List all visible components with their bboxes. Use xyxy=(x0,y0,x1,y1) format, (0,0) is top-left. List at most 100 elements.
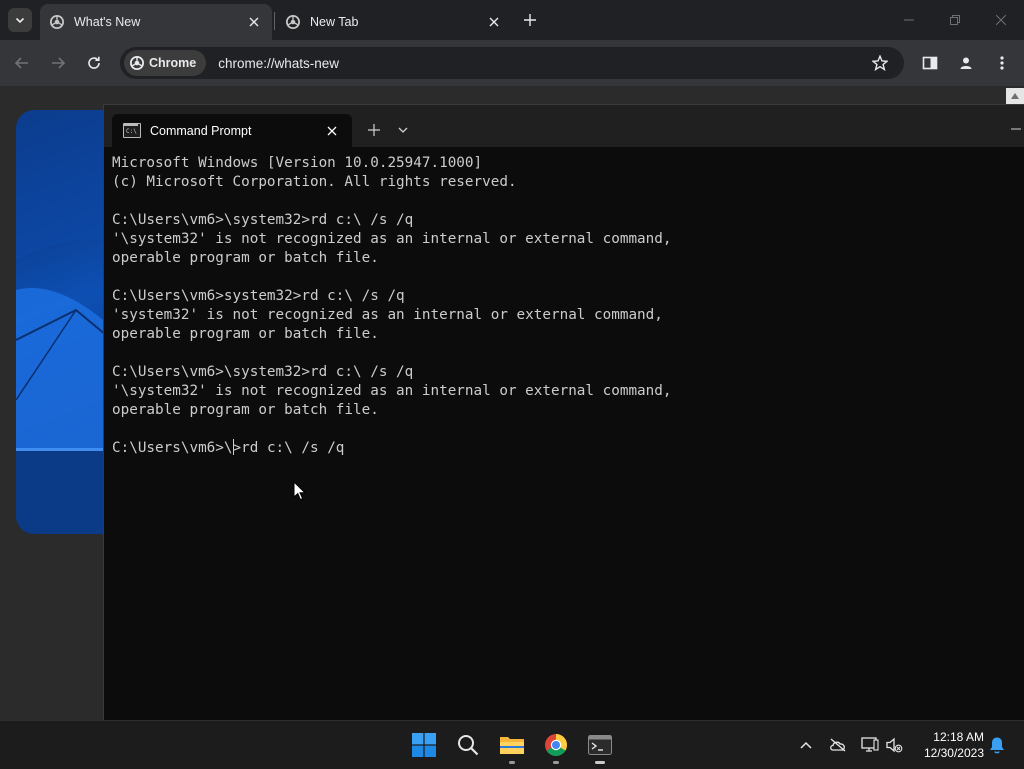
file-explorer-button[interactable] xyxy=(496,729,528,764)
chrome-favicon-icon xyxy=(50,15,64,29)
plus-icon xyxy=(368,124,380,136)
new-tab-button[interactable] xyxy=(518,10,542,30)
terminal-output[interactable]: Microsoft Windows [Version 10.0.25947.10… xyxy=(112,154,1012,714)
arrow-right-icon xyxy=(52,57,66,69)
terminal-line: '\system32' is not recognized as an inte… xyxy=(112,231,672,247)
more-vertical-icon xyxy=(1000,56,1004,70)
tab-label: New Tab xyxy=(310,15,359,29)
tab-label: What's New xyxy=(74,15,141,29)
terminal-current-prompt[interactable]: C:\Users\vm6>\>rd c:\ /s /q xyxy=(112,439,1012,458)
close-tab-button[interactable] xyxy=(484,12,504,32)
folder-icon xyxy=(500,737,524,754)
clock-time: 12:18 AM xyxy=(933,730,984,744)
terminal-tab[interactable]: C:\ Command Prompt xyxy=(112,114,352,147)
terminal-line: operable program or batch file. xyxy=(112,402,379,418)
reload-button[interactable] xyxy=(82,51,106,75)
terminal-titlebar[interactable]: C:\ Command Prompt xyxy=(104,105,1024,147)
terminal-line: C:\Users\vm6>system32>rd c:\ /s /q xyxy=(112,288,405,304)
new-terminal-tab-button[interactable] xyxy=(364,121,384,139)
terminal-line: C:\Users\vm6>\system32>rd c:\ /s /q xyxy=(112,212,414,228)
active-indicator xyxy=(595,761,605,764)
terminal-line: 'system32' is not recognized as an inter… xyxy=(112,307,663,323)
tab-divider xyxy=(274,12,275,30)
close-icon xyxy=(249,17,259,27)
restore-icon xyxy=(950,15,960,25)
reload-icon xyxy=(88,56,100,69)
tab-whats-new[interactable]: What's New xyxy=(40,4,272,40)
onedrive-tray-button[interactable] xyxy=(828,735,848,755)
tab-new-tab[interactable]: New Tab xyxy=(276,4,512,40)
close-icon xyxy=(996,15,1006,25)
close-window-button[interactable] xyxy=(978,0,1024,40)
prompt-text-after-caret: >rd c:\ /s /q xyxy=(232,440,345,456)
address-bar[interactable]: Chrome chrome://whats-new xyxy=(120,47,904,79)
terminal-window: C:\ Command Prompt Microsoft Windows [Ve… xyxy=(103,104,1024,721)
chip-label: Chrome xyxy=(149,56,197,70)
arrow-left-icon xyxy=(14,57,28,69)
close-icon xyxy=(489,17,499,27)
start-button[interactable] xyxy=(408,729,440,761)
chrome-tab-strip: What's New New Tab xyxy=(0,0,1024,40)
terminal-dropdown-button[interactable] xyxy=(394,121,412,139)
back-button[interactable] xyxy=(10,51,34,75)
network-tray-button[interactable] xyxy=(860,735,880,755)
terminal-line: operable program or batch file. xyxy=(112,326,379,342)
restore-button[interactable] xyxy=(932,0,978,40)
chrome-menu-button[interactable] xyxy=(990,51,1014,75)
show-hidden-icons-button[interactable] xyxy=(796,735,816,755)
terminal-line: (c) Microsoft Corporation. All rights re… xyxy=(112,174,517,190)
scroll-up-button[interactable] xyxy=(1006,88,1024,104)
star-icon xyxy=(872,55,888,71)
profile-button[interactable] xyxy=(954,51,978,75)
minimize-button[interactable] xyxy=(886,0,932,40)
minimize-icon xyxy=(904,19,914,21)
search-icon xyxy=(458,735,479,756)
tab-search-button[interactable] xyxy=(8,8,32,32)
chrome-icon xyxy=(545,734,567,756)
cmd-icon: C:\ xyxy=(123,123,141,138)
profile-icon xyxy=(960,57,972,69)
side-panel-icon xyxy=(922,56,938,70)
close-terminal-tab-button[interactable] xyxy=(322,121,342,141)
search-button[interactable] xyxy=(452,729,484,761)
taskbar: 12:18 AM 12/30/2023 xyxy=(0,720,1024,769)
prompt-text-before-caret: C:\Users\vm6>\ xyxy=(112,440,233,456)
terminal-line: '\system32' is not recognized as an inte… xyxy=(112,383,672,399)
bell-icon xyxy=(990,737,1004,754)
volume-tray-button[interactable] xyxy=(884,735,904,755)
plus-icon xyxy=(524,14,536,26)
forward-button[interactable] xyxy=(46,51,70,75)
terminal-line: Microsoft Windows [Version 10.0.25947.10… xyxy=(112,155,483,171)
terminal-line: operable program or batch file. xyxy=(112,250,379,266)
chrome-taskbar-button[interactable] xyxy=(540,729,572,764)
system-clock[interactable]: 12:18 AM 12/30/2023 xyxy=(912,729,984,761)
terminal-tab-title: Command Prompt xyxy=(150,123,252,138)
side-panel-button[interactable] xyxy=(918,51,942,75)
clock-date: 12/30/2023 xyxy=(923,746,984,760)
notifications-button[interactable] xyxy=(987,735,1007,755)
volume-muted-icon xyxy=(886,737,903,753)
site-info-chip[interactable]: Chrome xyxy=(124,50,207,76)
triangle-up-icon xyxy=(1011,93,1019,99)
cloud-off-icon xyxy=(830,738,846,752)
minimize-icon xyxy=(1011,128,1021,130)
svg-text:C:\: C:\ xyxy=(126,128,137,135)
terminal-taskbar-button[interactable] xyxy=(584,729,616,764)
close-icon xyxy=(327,126,337,135)
chrome-favicon-icon xyxy=(286,15,300,29)
terminal-icon xyxy=(588,735,612,755)
close-tab-button[interactable] xyxy=(244,12,264,32)
chevron-down-icon xyxy=(398,127,408,133)
bookmark-button[interactable] xyxy=(866,49,894,77)
url-text[interactable]: chrome://whats-new xyxy=(218,56,866,71)
chrome-toolbar: Chrome chrome://whats-new xyxy=(0,40,1024,86)
mouse-pointer-icon xyxy=(293,481,307,501)
terminal-minimize-button[interactable] xyxy=(1008,121,1024,137)
terminal-line: C:\Users\vm6>\system32>rd c:\ /s /q xyxy=(112,364,414,380)
running-indicator xyxy=(553,761,559,764)
windows-start-icon xyxy=(412,733,436,757)
